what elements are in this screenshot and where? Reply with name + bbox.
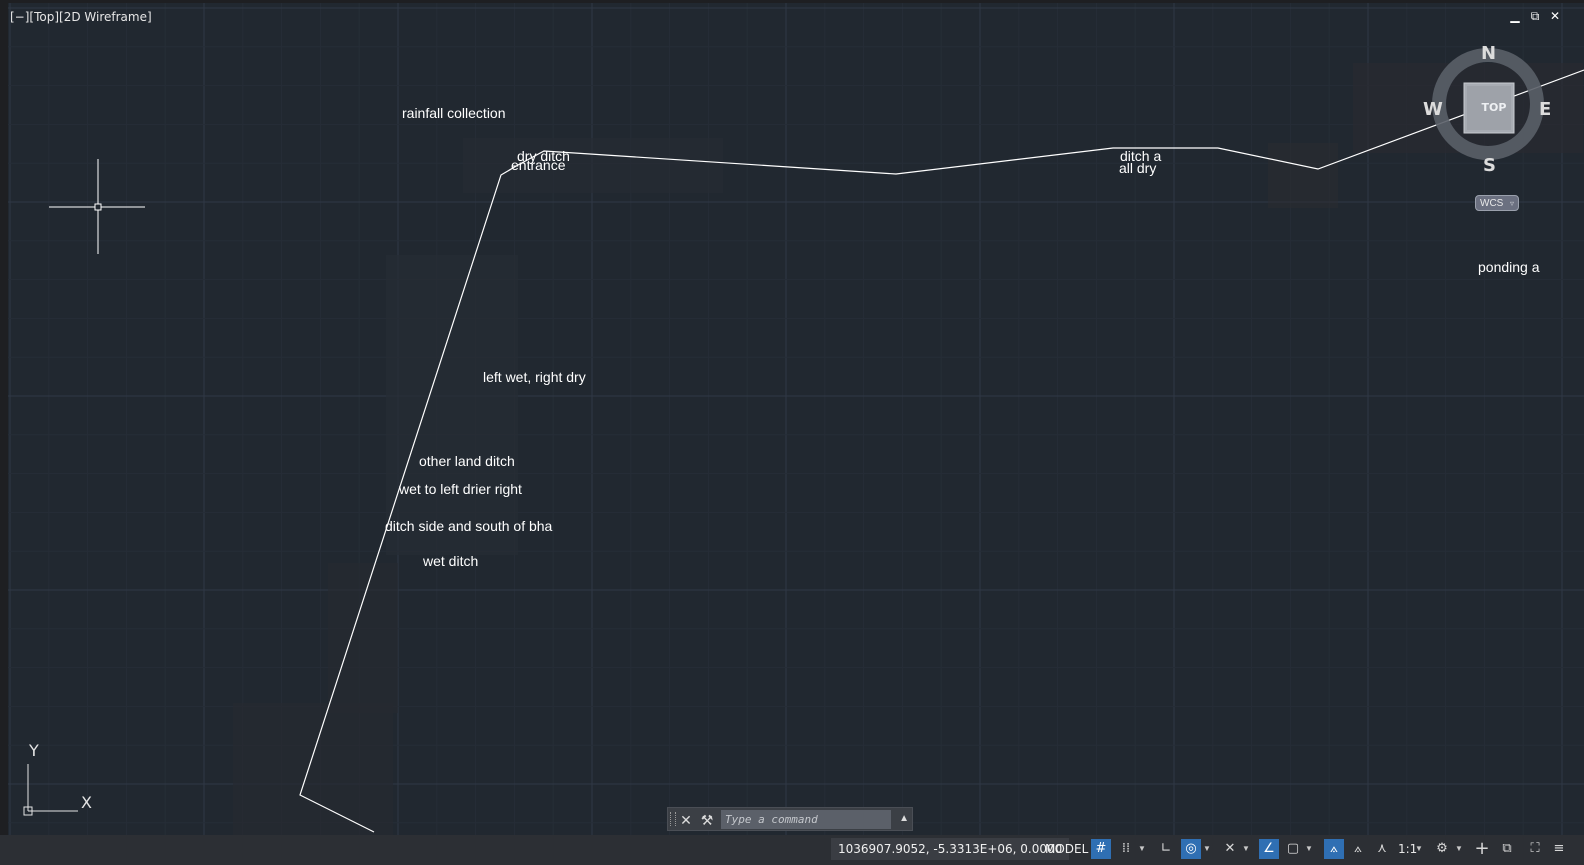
drag-handle[interactable]: [670, 812, 676, 826]
auto-scale-icon[interactable]: ⟑: [1348, 839, 1368, 859]
scale-dropdown-icon[interactable]: ▼: [1415, 839, 1423, 859]
ucs-y-label: Y: [29, 741, 39, 760]
wcs-label: WCS: [1480, 198, 1504, 209]
close-command-line-icon[interactable]: ✕: [677, 811, 695, 829]
annotation-wet-ditch[interactable]: wet ditch: [423, 553, 478, 569]
annotation-ponding-a[interactable]: ponding a: [1478, 259, 1540, 275]
polar-tracking-icon[interactable]: ◎: [1181, 839, 1201, 859]
2d-object-snap-icon[interactable]: ▢: [1283, 839, 1303, 859]
annotation-ditch-side[interactable]: ditch side and south of bha: [385, 518, 552, 534]
fullscreen-icon[interactable]: ⛶: [1525, 839, 1545, 859]
wcs-dropdown-icon: ▿: [1509, 199, 1514, 208]
annotation-all-dry[interactable]: all dry: [1119, 160, 1156, 176]
polar-dropdown-icon[interactable]: ▼: [1203, 839, 1211, 859]
status-bar: 1036907.9052, -5.3313E+06, 0.0000 MODEL …: [0, 835, 1584, 865]
grid-toggle-icon[interactable]: #: [1091, 839, 1111, 859]
coordinates-readout[interactable]: 1036907.9052, -5.3313E+06, 0.0000: [831, 838, 1070, 860]
viewport-label[interactable]: [−][Top][2D Wireframe]: [10, 10, 152, 24]
compass-north[interactable]: N: [1481, 43, 1496, 64]
command-history-icon[interactable]: ▲: [899, 813, 909, 824]
restore-icon[interactable]: ⧉: [1528, 9, 1542, 23]
crosshair-cursor: [49, 159, 145, 254]
ucs-x-label: X: [81, 793, 92, 812]
workspace-dropdown-icon[interactable]: ▼: [1455, 839, 1463, 859]
annotation-scale-icon[interactable]: ⋏: [1372, 839, 1392, 859]
osnap-dropdown-icon[interactable]: ▼: [1305, 839, 1313, 859]
command-input[interactable]: [721, 810, 891, 829]
compass-south[interactable]: S: [1483, 155, 1496, 176]
gear-icon[interactable]: ⚙: [1432, 839, 1452, 859]
viewcube-top-label[interactable]: TOP: [1477, 101, 1511, 114]
customization-menu-icon[interactable]: ≡: [1549, 839, 1569, 859]
minimize-icon[interactable]: ▁: [1508, 9, 1522, 23]
annotation-entrance[interactable]: entrance: [511, 157, 565, 173]
model-space-button[interactable]: MODEL: [1045, 838, 1088, 860]
wcs-menu-button[interactable]: WCS ▿: [1475, 195, 1519, 211]
isodraft-icon[interactable]: ✕: [1220, 839, 1240, 859]
plus-icon[interactable]: +: [1472, 839, 1492, 859]
snap-dropdown-icon[interactable]: ▼: [1138, 839, 1146, 859]
customize-wrench-icon[interactable]: ⚒: [698, 811, 716, 829]
annotation-other-land-ditch[interactable]: other land ditch: [419, 453, 515, 469]
close-icon[interactable]: ✕: [1548, 9, 1562, 23]
snap-mode-icon[interactable]: ⁞⁞: [1116, 839, 1136, 859]
annotation-visibility-icon[interactable]: ⟑: [1324, 839, 1344, 859]
object-snap-tracking-icon[interactable]: ∠: [1259, 839, 1279, 859]
annotation-wet-to-left[interactable]: wet to left drier right: [399, 481, 522, 497]
isodraft-dropdown-icon[interactable]: ▼: [1242, 839, 1250, 859]
ortho-mode-icon[interactable]: ∟: [1156, 839, 1176, 859]
annotation-rainfall-collection[interactable]: rainfall collection: [402, 105, 506, 121]
isolate-objects-icon[interactable]: ⧉: [1497, 839, 1517, 859]
annotation-left-wet-right-dry[interactable]: left wet, right dry: [483, 369, 586, 385]
compass-west[interactable]: W: [1423, 99, 1443, 120]
drawing-viewport[interactable]: [−][Top][2D Wireframe] ▁ ⧉ ✕ rainfall co…: [8, 3, 1584, 842]
compass-east[interactable]: E: [1539, 99, 1551, 120]
ditch-polyline-layer: [299, 69, 1584, 833]
command-line: ✕ ⚒ ▲: [667, 807, 913, 831]
ditch-polyline[interactable]: [299, 69, 1584, 833]
